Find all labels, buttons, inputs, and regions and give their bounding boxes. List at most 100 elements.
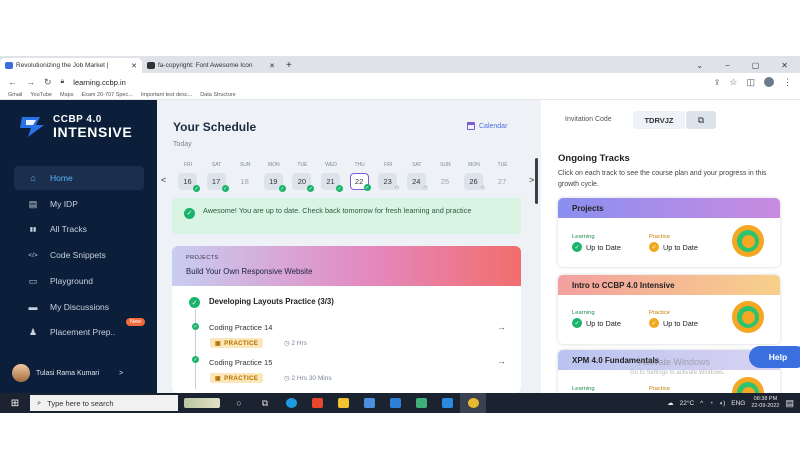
practice-item-name[interactable]: Coding Practice 14 bbox=[209, 323, 272, 332]
search-highlight-image[interactable] bbox=[178, 393, 226, 413]
date-number: 19 bbox=[269, 177, 278, 186]
chrome-icon[interactable] bbox=[460, 393, 486, 413]
sidebar-item-my-idp[interactable]: ▤ My IDP bbox=[14, 192, 144, 216]
profile-avatar-icon[interactable] bbox=[764, 77, 774, 87]
date-27-button[interactable]: 27 bbox=[493, 173, 512, 190]
language-indicator[interactable]: ENG bbox=[731, 400, 745, 407]
mail-icon[interactable] bbox=[382, 393, 408, 413]
network-icon[interactable]: ◔ bbox=[709, 400, 713, 407]
ccbp-logo[interactable]: CCBP 4.0 INTENSIVE bbox=[18, 115, 132, 139]
date-25-button[interactable]: 25 bbox=[435, 173, 454, 190]
notifications-icon[interactable]: ▤ bbox=[785, 398, 794, 409]
clock[interactable]: 08:38 PM 22-09-2022 bbox=[751, 396, 779, 410]
taskbar-search-input[interactable]: ⌕ Type here to search bbox=[30, 395, 178, 411]
browser-tab-bar: Revolutionizing the Job Market | ✕ fa-co… bbox=[0, 56, 800, 73]
cortana-icon[interactable]: ○ bbox=[226, 393, 252, 413]
date-22-button[interactable]: 22 ✓ bbox=[349, 173, 371, 191]
bookmark-gmail[interactable]: Gmail bbox=[8, 92, 22, 98]
track-card-projects[interactable]: Projects Learning ✓ Up to Date Practice ✓… bbox=[558, 198, 780, 267]
sidebar-item-placement-prep[interactable]: ♟ Placement Prep.. New bbox=[14, 318, 146, 344]
check-circle-icon: ✓ bbox=[189, 297, 200, 308]
volume-icon[interactable]: ◖) bbox=[719, 400, 725, 407]
date-17-button[interactable]: 17 ✓ bbox=[206, 173, 229, 192]
prev-week-icon[interactable]: < bbox=[161, 175, 166, 185]
forward-icon[interactable]: → bbox=[26, 77, 35, 87]
date-21-button[interactable]: 21 ✓ bbox=[321, 173, 343, 192]
track-title: Intro to CCBP 4.0 Intensive bbox=[558, 275, 780, 295]
browser-tab-ccbp[interactable]: Revolutionizing the Job Market | ✕ bbox=[0, 58, 142, 73]
scrollbar[interactable] bbox=[535, 158, 538, 204]
weather-icon[interactable]: ☁ bbox=[667, 399, 674, 407]
date-23-button[interactable]: 23 ◷ bbox=[378, 173, 399, 191]
lock-icon[interactable]: 🔒︎ bbox=[61, 78, 65, 86]
browser-tab-fontawesome[interactable]: fa-copyright: Font Awesome Icon ✕ bbox=[142, 58, 280, 73]
day-of-week-label: SUN bbox=[440, 162, 451, 168]
arrow-right-icon[interactable]: → bbox=[497, 322, 506, 332]
share-icon[interactable]: ⇪ bbox=[714, 78, 721, 87]
vscode-icon[interactable] bbox=[434, 393, 460, 413]
clock-date: 22-09-2022 bbox=[751, 403, 780, 409]
side-panel-icon[interactable]: ◫ bbox=[746, 77, 755, 88]
office-icon[interactable] bbox=[304, 393, 330, 413]
store-icon[interactable] bbox=[356, 393, 382, 413]
subsection-title[interactable]: Developing Layouts Practice (3/3) bbox=[209, 297, 334, 306]
date-24-button[interactable]: 24 ◷ bbox=[406, 173, 428, 191]
date-number: 27 bbox=[497, 177, 507, 186]
menu-icon[interactable]: ⋮ bbox=[783, 77, 792, 88]
sidebar-item-home[interactable]: ⌂ Home bbox=[14, 166, 144, 190]
practice-item-name[interactable]: Coding Practice 15 bbox=[209, 358, 272, 367]
bookmark-test[interactable]: Important test desc... bbox=[141, 92, 192, 98]
sidebar-item-my-discussions[interactable]: ▬ My Discussions bbox=[14, 295, 144, 319]
learning-label: Learning bbox=[572, 234, 595, 240]
edge-icon[interactable] bbox=[278, 393, 304, 413]
sidebar-item-code-snippets[interactable]: </> Code Snippets bbox=[14, 243, 144, 267]
bookmark-data-structure[interactable]: Data Structure bbox=[200, 92, 235, 98]
file-explorer-icon[interactable] bbox=[330, 393, 356, 413]
tray-up-icon[interactable]: ^ bbox=[700, 400, 703, 407]
user-profile[interactable]: Tulasi Rama Kumari > bbox=[12, 364, 123, 382]
next-week-icon[interactable]: > bbox=[529, 175, 534, 185]
sidebar-item-playground[interactable]: ▭ Playground bbox=[14, 269, 144, 293]
right-panel: Invitation Code TDRVJZ ⧉ Ongoing Tracks … bbox=[541, 100, 800, 400]
url-input[interactable]: learning.ccbp.in bbox=[73, 78, 126, 87]
project-card[interactable]: PROJECTS Build Your Own Responsive Websi… bbox=[172, 246, 521, 393]
date-18-button[interactable]: 18 bbox=[235, 173, 254, 190]
app-icon[interactable] bbox=[408, 393, 434, 413]
maximize-button[interactable]: ▢ bbox=[752, 61, 760, 70]
document-icon: ▤ bbox=[28, 198, 38, 209]
bookmark-maps[interactable]: Maps bbox=[60, 92, 73, 98]
minimize-button[interactable]: − bbox=[725, 61, 730, 70]
person-icon: ♟ bbox=[28, 326, 38, 337]
task-view-icon[interactable]: ⧉ bbox=[252, 393, 278, 413]
sidebar-item-label: Home bbox=[50, 173, 73, 183]
date-26-button[interactable]: 26 ◷ bbox=[464, 173, 485, 191]
copy-button[interactable]: ⧉ bbox=[686, 111, 716, 129]
close-window-button[interactable]: ✕ bbox=[781, 61, 788, 70]
page-title: Your Schedule bbox=[173, 120, 257, 134]
calendar-button[interactable]: Calendar bbox=[467, 122, 507, 130]
reload-icon[interactable]: ↻ bbox=[44, 77, 52, 88]
close-tab-icon[interactable]: ✕ bbox=[269, 62, 275, 70]
help-button[interactable]: Help bbox=[749, 346, 800, 368]
bookmark-youtube[interactable]: YouTube bbox=[30, 92, 52, 98]
ccbp-logo-icon bbox=[18, 115, 46, 139]
clock-icon: ◷ bbox=[284, 375, 290, 382]
track-card-intro[interactable]: Intro to CCBP 4.0 Intensive Learning ✓ Up… bbox=[558, 275, 780, 344]
arrow-right-icon[interactable]: → bbox=[497, 356, 506, 366]
sidebar-item-all-tracks[interactable]: ▮▮ All Tracks bbox=[14, 217, 144, 241]
date-19-button[interactable]: 19 ✓ bbox=[263, 173, 286, 192]
date-16-button[interactable]: 16 ✓ bbox=[178, 173, 200, 192]
weather-temp[interactable]: 22°C bbox=[680, 400, 695, 407]
back-icon[interactable]: ← bbox=[8, 77, 17, 87]
date-20-button[interactable]: 20 ✓ bbox=[292, 173, 315, 192]
ongoing-tracks-title: Ongoing Tracks bbox=[558, 153, 630, 164]
bookmark-star-icon[interactable]: ☆ bbox=[729, 77, 737, 88]
new-tab-button[interactable]: + bbox=[280, 58, 298, 73]
windows-start-icon[interactable]: ⊞ bbox=[0, 393, 30, 413]
bookmark-exam[interactable]: Exam 20-707 Spec... bbox=[81, 92, 132, 98]
discussion-icon: ▬ bbox=[28, 302, 38, 312]
close-tab-icon[interactable]: ✕ bbox=[131, 62, 137, 70]
fontawesome-favicon-icon bbox=[147, 62, 155, 69]
tab-search-icon[interactable]: ⌄ bbox=[696, 61, 703, 70]
track-title: Projects bbox=[558, 198, 780, 218]
